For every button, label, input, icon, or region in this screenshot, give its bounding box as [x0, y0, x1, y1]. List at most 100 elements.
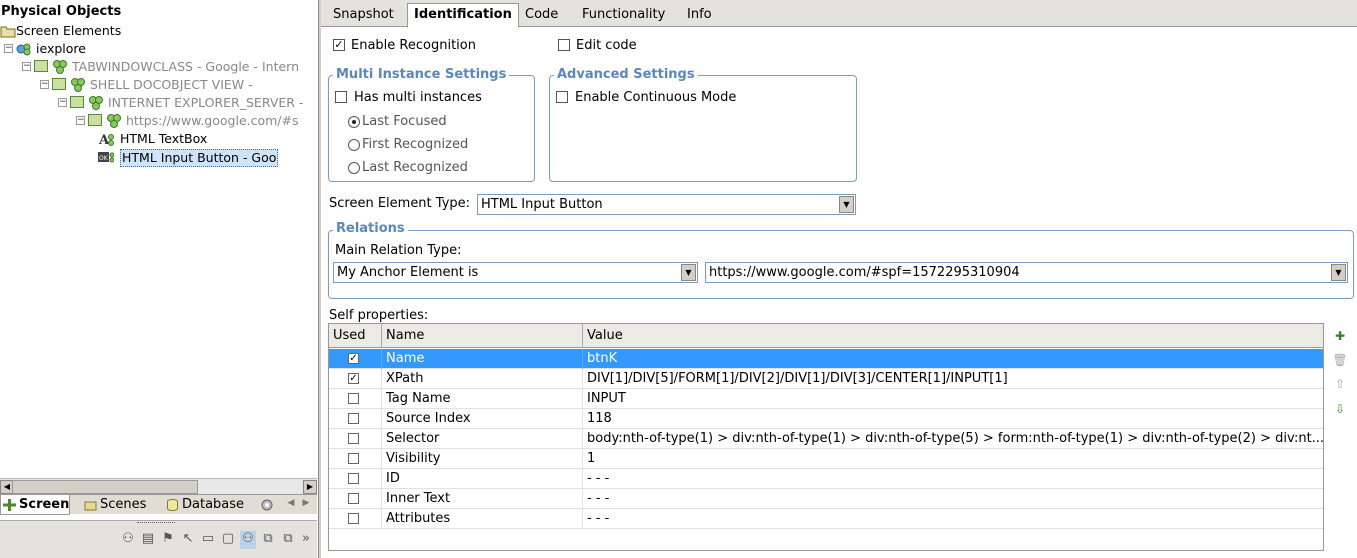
- table-row[interactable]: Source Index 118: [329, 409, 1323, 429]
- chevron-down-icon[interactable]: ▼: [839, 196, 854, 213]
- chevron-down-icon[interactable]: ▼: [1331, 264, 1346, 281]
- scroll-right-arrow-icon[interactable]: ▶: [303, 480, 317, 494]
- tree-horizontal-scrollbar[interactable]: ◀ ▶: [0, 478, 317, 494]
- scroll-thumb[interactable]: [12, 480, 198, 494]
- column-name[interactable]: Name: [382, 324, 583, 348]
- edit-code-checkbox[interactable]: [558, 39, 570, 51]
- property-value-cell[interactable]: 118: [583, 409, 1323, 429]
- collapse-toggle-icon[interactable]: −: [40, 80, 49, 89]
- property-value-cell[interactable]: - - -: [583, 469, 1323, 489]
- property-name-cell[interactable]: Selector: [382, 429, 583, 449]
- property-value-cell[interactable]: DIV[1]/DIV[5]/FORM[1]/DIV[2]/DIV[1]/DIV[…: [583, 369, 1323, 389]
- radio-last-focused-label: Last Focused: [362, 114, 447, 129]
- window-tool-icon[interactable]: ▢: [220, 531, 236, 549]
- people-tool-icon[interactable]: ⚇: [240, 531, 256, 549]
- stack2-icon[interactable]: ⧉: [280, 531, 296, 549]
- monitor-icon[interactable]: ▭: [200, 531, 216, 549]
- property-name-cell[interactable]: Tag Name: [382, 389, 583, 409]
- property-name-cell[interactable]: ID: [382, 469, 583, 489]
- tab-screen[interactable]: Screen: [0, 495, 70, 515]
- property-name-cell[interactable]: Attributes: [382, 509, 583, 529]
- used-checkbox[interactable]: [348, 473, 359, 484]
- move-down-icon[interactable]: ⇩: [1331, 400, 1349, 418]
- table-row[interactable]: Inner Text - - -: [329, 489, 1323, 509]
- tab-scenes[interactable]: Scenes: [82, 495, 162, 515]
- tree-node[interactable]: − https://www.google.com/#s: [0, 112, 317, 130]
- tree-node[interactable]: Screen Elements: [0, 22, 317, 40]
- overflow-chevron-icon[interactable]: »: [300, 531, 312, 549]
- property-name-cell[interactable]: Visibility: [382, 449, 583, 469]
- radio-last-focused[interactable]: [348, 116, 360, 128]
- flag-icon[interactable]: ⚑: [160, 531, 176, 549]
- table-row[interactable]: ✓ XPath DIV[1]/DIV[5]/FORM[1]/DIV[2]/DIV[1…: [329, 369, 1323, 389]
- property-name-cell[interactable]: XPath: [382, 369, 583, 389]
- continuous-mode-checkbox[interactable]: [556, 91, 568, 103]
- tree-node[interactable]: − TABWINDOWCLASS - Google - Intern: [0, 58, 317, 76]
- move-up-icon[interactable]: ⇧: [1331, 375, 1349, 393]
- page-icon[interactable]: ▤: [140, 531, 156, 549]
- tab-identification[interactable]: Identification: [407, 3, 519, 28]
- delete-property-icon[interactable]: 🗑: [1331, 351, 1349, 369]
- used-checkbox[interactable]: [348, 453, 359, 464]
- has-multi-instances-checkbox[interactable]: [335, 91, 347, 103]
- used-checkbox[interactable]: ✓: [348, 373, 359, 384]
- anchor-element-select[interactable]: https://www.google.com/#spf=157229531090…: [705, 262, 1348, 283]
- used-checkbox[interactable]: [348, 493, 359, 504]
- plugin-gear-icon[interactable]: [260, 498, 274, 512]
- radio-first-recognized[interactable]: [348, 139, 360, 151]
- property-value-cell[interactable]: - - -: [583, 489, 1323, 509]
- tab-screen-label: Screen: [19, 497, 70, 512]
- toolbar-grip[interactable]: [137, 522, 175, 525]
- property-value-cell[interactable]: 1: [583, 449, 1323, 469]
- table-row[interactable]: Attributes - - -: [329, 509, 1323, 529]
- property-value-cell[interactable]: - - -: [583, 509, 1323, 529]
- table-row[interactable]: Visibility 1: [329, 449, 1323, 469]
- used-checkbox[interactable]: [348, 433, 359, 444]
- pointer-icon[interactable]: ↖: [180, 531, 196, 549]
- column-used[interactable]: Used: [329, 324, 382, 348]
- chevron-down-icon[interactable]: ▼: [681, 264, 696, 281]
- used-checkbox[interactable]: [348, 393, 359, 404]
- group-icon[interactable]: ⚇: [120, 531, 136, 549]
- used-checkbox[interactable]: ✓: [348, 353, 359, 364]
- collapse-toggle-icon[interactable]: −: [76, 116, 85, 125]
- tree-node[interactable]: − SHELL DOCOBJECT VIEW -: [0, 76, 317, 94]
- collapse-toggle-icon[interactable]: −: [22, 62, 31, 71]
- element-type-select[interactable]: HTML Input Button ▼: [477, 194, 856, 215]
- folder-icon: [0, 26, 16, 38]
- table-row[interactable]: ✓ Name btnK: [329, 349, 1323, 369]
- tree-node[interactable]: − iexplore: [0, 40, 317, 58]
- table-row[interactable]: Tag Name INPUT: [329, 389, 1323, 409]
- tab-info[interactable]: Info: [681, 4, 718, 27]
- tree-node[interactable]: − INTERNET EXPLORER_SERVER -: [0, 94, 317, 112]
- add-property-icon[interactable]: ✚: [1331, 327, 1349, 345]
- column-value[interactable]: Value: [583, 324, 1323, 348]
- collapse-toggle-icon[interactable]: −: [4, 44, 13, 53]
- used-checkbox[interactable]: [348, 413, 359, 424]
- tree-node[interactable]: OK HTML Input Button - Goo: [0, 148, 317, 167]
- property-name-cell[interactable]: Source Index: [382, 409, 583, 429]
- table-row[interactable]: ID - - -: [329, 469, 1323, 489]
- tab-code[interactable]: Code: [519, 4, 564, 27]
- property-name-cell[interactable]: Name: [382, 349, 583, 369]
- tabs-left-arrow-icon[interactable]: ◀: [284, 498, 298, 512]
- advanced-settings-title: Advanced Settings: [554, 67, 698, 82]
- tab-database[interactable]: Database: [164, 495, 252, 515]
- property-value-cell[interactable]: body:nth-of-type(1) > div:nth-of-type(1)…: [583, 429, 1323, 449]
- tab-functionality[interactable]: Functionality: [576, 4, 671, 27]
- tabs-right-arrow-icon[interactable]: ▶: [299, 498, 313, 512]
- stack-icon[interactable]: ⧉: [260, 531, 276, 549]
- physical-objects-panel: Physical Objects Screen Elements − iexplor…: [0, 0, 319, 558]
- tree-node[interactable]: A HTML TextBox: [0, 130, 317, 148]
- enable-recognition-checkbox[interactable]: ✓: [333, 39, 345, 51]
- table-row[interactable]: Selector body:nth-of-type(1) > div:nth-of…: [329, 429, 1323, 449]
- collapse-toggle-icon[interactable]: −: [58, 98, 67, 107]
- used-checkbox[interactable]: [348, 513, 359, 524]
- radio-last-recognized[interactable]: [348, 162, 360, 174]
- property-name-cell[interactable]: Inner Text: [382, 489, 583, 509]
- relation-type-select[interactable]: My Anchor Element is ▼: [333, 262, 698, 283]
- property-value-cell[interactable]: btnK: [583, 349, 1323, 369]
- tab-snapshot[interactable]: Snapshot: [327, 4, 400, 27]
- used-cell: [329, 389, 382, 409]
- property-value-cell[interactable]: INPUT: [583, 389, 1323, 409]
